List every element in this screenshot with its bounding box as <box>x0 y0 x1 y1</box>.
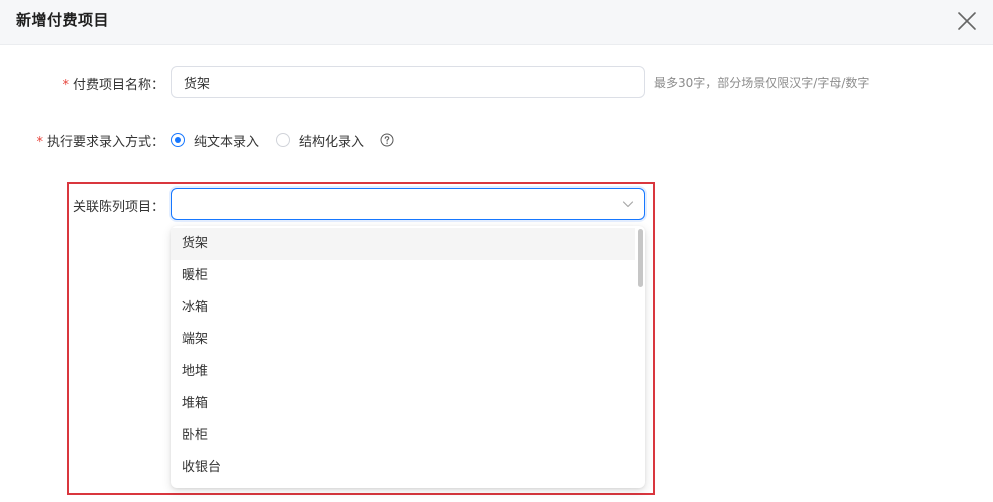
required-mark: * <box>36 135 43 150</box>
required-mark: * <box>62 78 69 93</box>
dropdown-option[interactable]: 端架 <box>171 324 635 356</box>
close-button[interactable] <box>955 9 979 33</box>
radio-checked-icon <box>171 133 185 147</box>
radio-plain-text[interactable]: 纯文本录入 <box>171 131 260 150</box>
dropdown-option[interactable]: 收银台 <box>171 452 635 484</box>
close-icon <box>958 12 976 30</box>
item-name-hint: 最多30字，部分场景仅限汉字/字母/数字 <box>654 76 870 90</box>
help-icon[interactable] <box>380 132 394 147</box>
item-name-input[interactable] <box>171 66 645 98</box>
linked-display-select[interactable] <box>171 188 645 220</box>
input-mode-label: * 执行要求录入方式： <box>36 131 164 150</box>
dropdown-option[interactable]: 冰箱 <box>171 292 635 324</box>
item-name-label: * 付费项目名称： <box>62 74 164 93</box>
chevron-down-icon <box>622 201 634 208</box>
dropdown-option[interactable]: 货架 <box>171 228 635 260</box>
dialog-title: 新增付费项目 <box>16 11 110 29</box>
dropdown-option[interactable]: 暖柜 <box>171 260 635 292</box>
radio-structured-label: 结构化录入 <box>299 134 365 150</box>
dropdown-option[interactable]: 卧柜 <box>171 420 635 452</box>
dropdown-scrollbar[interactable] <box>638 229 643 287</box>
input-mode-label-text: 执行要求录入方式： <box>46 135 164 150</box>
linked-display-label: 关联陈列项目： <box>72 200 164 215</box>
radio-plain-text-label: 纯文本录入 <box>194 134 260 150</box>
dropdown-option[interactable]: 地堆 <box>171 356 635 388</box>
item-name-label-text: 付费项目名称： <box>72 78 164 93</box>
dropdown-option[interactable]: 堆箱 <box>171 388 635 420</box>
radio-unchecked-icon <box>276 133 290 147</box>
radio-structured[interactable]: 结构化录入 <box>276 131 365 150</box>
dialog-header: 新增付费项目 <box>0 0 993 45</box>
linked-display-dropdown: 货架 暖柜 冰箱 端架 地堆 堆箱 卧柜 收银台 <box>171 226 645 488</box>
question-circle-icon <box>380 133 394 147</box>
